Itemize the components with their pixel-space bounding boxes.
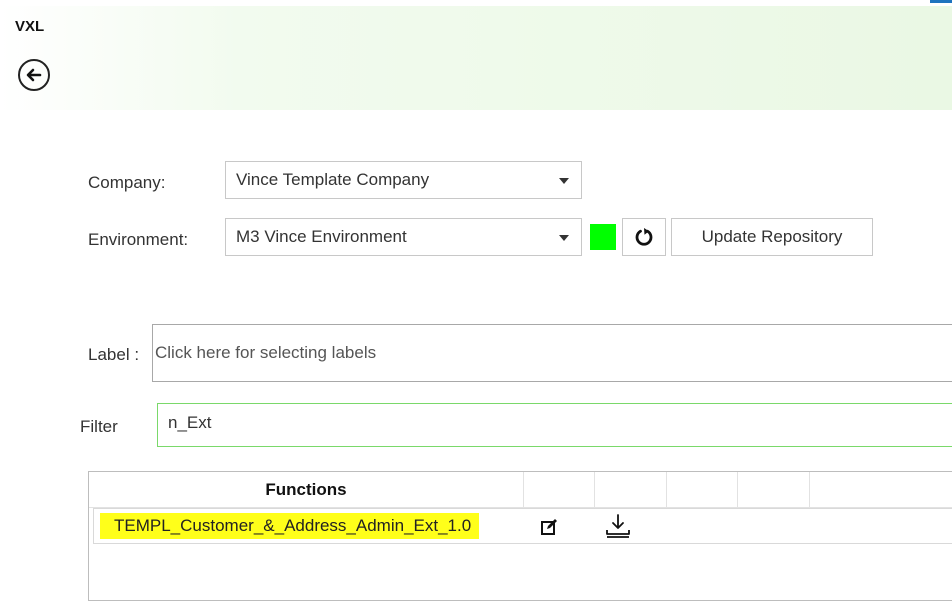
edit-icon[interactable] (540, 517, 560, 537)
label-selector[interactable]: Click here for selecting labels (152, 324, 952, 382)
app-title: VXL (15, 18, 45, 35)
functions-grid: Functions TEMPL_Customer_&_Address_Admin… (88, 471, 952, 601)
chevron-down-icon (559, 178, 569, 184)
top-accent-bar (930, 0, 952, 3)
column-divider (809, 472, 810, 508)
filter-label: Filter (80, 417, 118, 436)
chevron-down-icon (559, 235, 569, 241)
filter-input[interactable]: n_Ext (157, 403, 952, 447)
company-select[interactable]: Vince Template Company (225, 161, 582, 199)
download-icon[interactable] (604, 513, 632, 539)
function-name[interactable]: TEMPL_Customer_&_Address_Admin_Ext_1.0 (100, 513, 480, 539)
refresh-button[interactable] (622, 218, 666, 256)
environment-label: Environment: (88, 230, 189, 249)
label-field-label: Label : (88, 345, 140, 364)
back-button[interactable] (18, 59, 50, 91)
company-label: Company: (88, 173, 166, 192)
column-divider (737, 472, 738, 508)
arrow-left-icon (26, 68, 42, 82)
company-select-value: Vince Template Company (236, 170, 430, 189)
column-divider (594, 472, 595, 508)
table-row[interactable]: TEMPL_Customer_&_Address_Admin_Ext_1.0 (93, 508, 952, 544)
column-divider (666, 472, 667, 508)
refresh-icon (635, 228, 653, 246)
header-band (0, 6, 952, 110)
environment-status-indicator (590, 224, 616, 250)
grid-header: Functions (89, 472, 952, 508)
update-repository-button[interactable]: Update Repository (671, 218, 873, 256)
functions-column-header: Functions (265, 480, 347, 499)
column-divider (523, 472, 524, 508)
environment-select[interactable]: M3 Vince Environment (225, 218, 582, 256)
environment-select-value: M3 Vince Environment (236, 227, 407, 246)
